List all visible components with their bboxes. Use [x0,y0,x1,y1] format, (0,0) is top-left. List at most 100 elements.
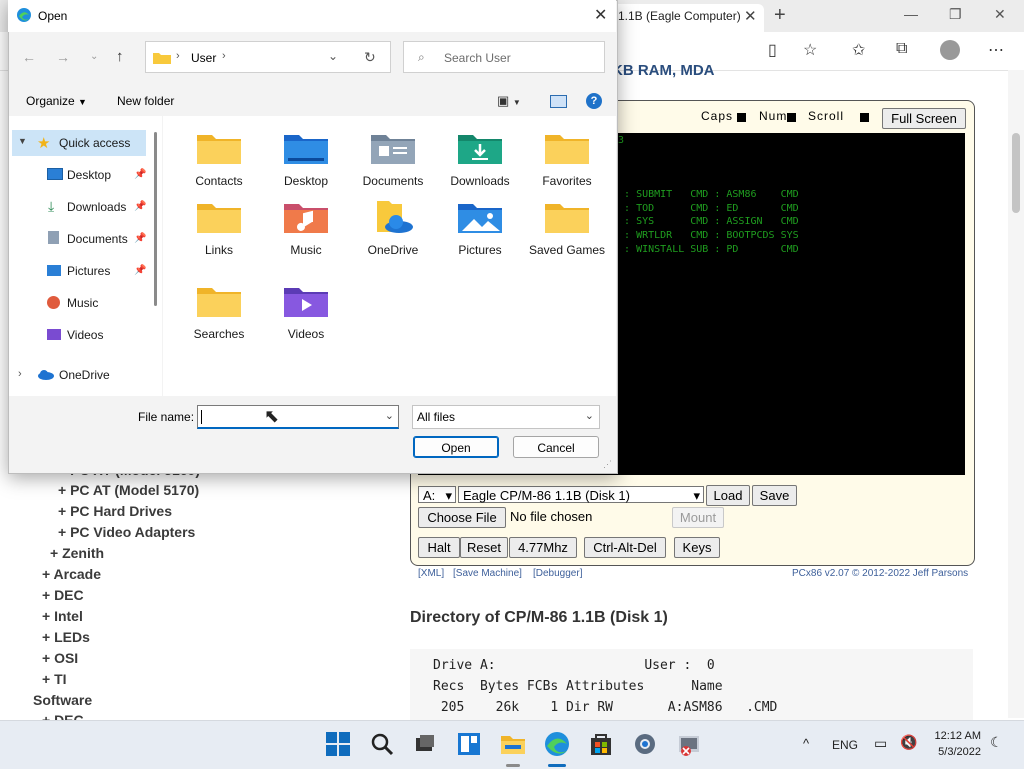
back-arrow-icon[interactable]: ← [22,49,36,65]
expand-chevron-icon[interactable]: ▼ [18,136,27,146]
folder-item[interactable]: Music [266,197,346,277]
address-bar[interactable] [145,41,391,73]
organize-button[interactable]: Organize ▼ [26,94,87,108]
refresh-icon[interactable]: ↻ [364,49,376,66]
nav-item[interactable]: + TI [42,671,67,687]
edge-icon[interactable] [543,730,571,758]
nav-onedrive[interactable]: OneDrive [59,368,110,382]
cancel-button[interactable]: Cancel [513,436,599,458]
volume-muted-icon[interactable]: 🔇 [900,734,917,751]
reader-view-icon[interactable]: ▯ [768,40,777,60]
ctrl-alt-del-button[interactable]: Ctrl-Alt-Del [584,537,666,558]
breadcrumb-chevron-icon[interactable]: › [222,50,226,62]
nav-music[interactable]: Music [67,296,98,310]
nav-item[interactable]: + LEDs [42,629,90,645]
minimize-icon[interactable]: — [904,6,918,22]
nav-item[interactable]: + DEC [42,587,84,603]
clock-time[interactable]: 12:12 AM [920,730,981,742]
collections-icon[interactable]: ⧉ [896,40,907,58]
address-dropdown-icon[interactable]: ⌄ [328,49,338,63]
tab-close-icon[interactable]: ✕ [744,7,757,25]
nav-item[interactable]: Software [33,692,92,708]
folder-item[interactable]: Saved Games [527,197,607,277]
open-button[interactable]: Open [413,436,499,458]
notifications-icon[interactable]: ☾ [990,734,1003,751]
nav-pane-scrollbar[interactable] [154,132,157,306]
more-menu-icon[interactable]: ⋯ [988,40,1004,60]
nav-videos[interactable]: Videos [67,328,103,342]
halt-button[interactable]: Halt [418,537,460,558]
nav-item[interactable]: + Zenith [50,545,104,561]
mount-button[interactable]: Mount [672,507,724,528]
nav-downloads[interactable]: Downloads [67,200,126,214]
nav-quick-access[interactable]: Quick access [59,136,130,150]
store-icon[interactable] [587,730,615,758]
clock-date[interactable]: 5/3/2022 [920,746,981,758]
new-tab-icon[interactable]: + [774,4,786,27]
restore-icon[interactable]: ❐ [949,6,962,23]
view-options-icon[interactable]: ▣ ▼ [497,93,521,109]
folder-item[interactable]: Pictures [440,197,520,277]
speed-button[interactable]: 4.77Mhz [509,537,577,558]
nav-item[interactable]: + PC AT (Model 5170) [58,482,199,498]
settings-gear-icon[interactable] [631,730,659,758]
favorites-icon[interactable]: ✩ [852,40,865,60]
up-arrow-icon[interactable]: ↑ [116,48,124,65]
folder-item[interactable]: Searches [179,281,259,343]
file-explorer-icon[interactable] [499,730,527,758]
forward-arrow-icon[interactable]: → [56,49,70,65]
file-name-input[interactable]: ⌄ [197,405,399,429]
profile-avatar[interactable] [940,40,960,60]
drive-select[interactable]: A: ▾ [418,486,456,503]
keys-button[interactable]: Keys [674,537,720,558]
nav-item[interactable]: + PC Video Adapters [58,524,195,540]
nav-item[interactable]: + PC Hard Drives [58,503,172,519]
expand-chevron-icon[interactable]: › [18,368,22,380]
page-scroll-thumb[interactable] [1012,133,1020,213]
folder-item[interactable]: Downloads [440,128,520,190]
debugger-link[interactable]: [Debugger] [533,568,582,579]
start-icon[interactable] [324,730,352,758]
app-icon[interactable] [675,730,703,758]
search-icon[interactable] [368,730,396,758]
show-hidden-icons-icon[interactable]: ^ [803,736,809,751]
recent-locations-icon[interactable]: ⌄ [90,51,98,62]
task-view-icon[interactable] [411,730,439,758]
folder-item[interactable]: Documents [353,128,433,190]
nav-desktop[interactable]: Desktop [67,168,111,182]
resize-grip-icon[interactable]: ⋰ [603,459,612,470]
folder-item[interactable]: Favorites [527,128,607,190]
folder-item[interactable]: Videos [266,281,346,343]
folder-item[interactable]: Links [179,197,259,277]
folder-item[interactable]: Desktop [266,128,346,190]
close-window-icon[interactable]: ✕ [994,6,1006,23]
network-icon[interactable]: ▭ [874,735,887,752]
file-type-select[interactable]: All files ⌄ [412,405,600,429]
help-icon[interactable]: ? [586,93,602,109]
language-indicator[interactable]: ENG [832,738,858,752]
disk-select[interactable]: Eagle CP/M-86 1.1B (Disk 1) ▾ [458,486,704,503]
add-favorite-icon[interactable]: ☆ [803,40,817,60]
preview-pane-icon[interactable] [550,95,567,108]
nav-pictures[interactable]: Pictures [67,264,110,278]
nav-documents[interactable]: Documents [67,232,128,246]
folder-item[interactable]: OneDrive [353,197,433,277]
new-folder-button[interactable]: New folder [117,94,174,108]
save-machine-link[interactable]: [Save Machine] [453,568,522,579]
credit-link[interactable]: PCx86 v2.07 © 2012-2022 Jeff Parsons [792,568,968,579]
folder-item[interactable]: Contacts [179,128,259,190]
chevron-down-icon[interactable]: ⌄ [385,409,394,422]
save-button[interactable]: Save [752,485,797,506]
xml-link[interactable]: [XML] [418,568,444,579]
nav-item[interactable]: + OSI [42,650,78,666]
dialog-close-icon[interactable]: ✕ [594,5,607,25]
nav-item[interactable]: + Arcade [42,566,101,582]
choose-file-button[interactable]: Choose File [418,507,506,528]
load-button[interactable]: Load [706,485,750,506]
nav-item[interactable]: + DEC [42,712,84,720]
breadcrumb-user[interactable]: User [191,51,216,65]
nav-item[interactable]: + Intel [42,608,83,624]
full-screen-button[interactable]: Full Screen [882,108,966,129]
reset-button[interactable]: Reset [460,537,508,558]
widgets-icon[interactable] [455,730,483,758]
